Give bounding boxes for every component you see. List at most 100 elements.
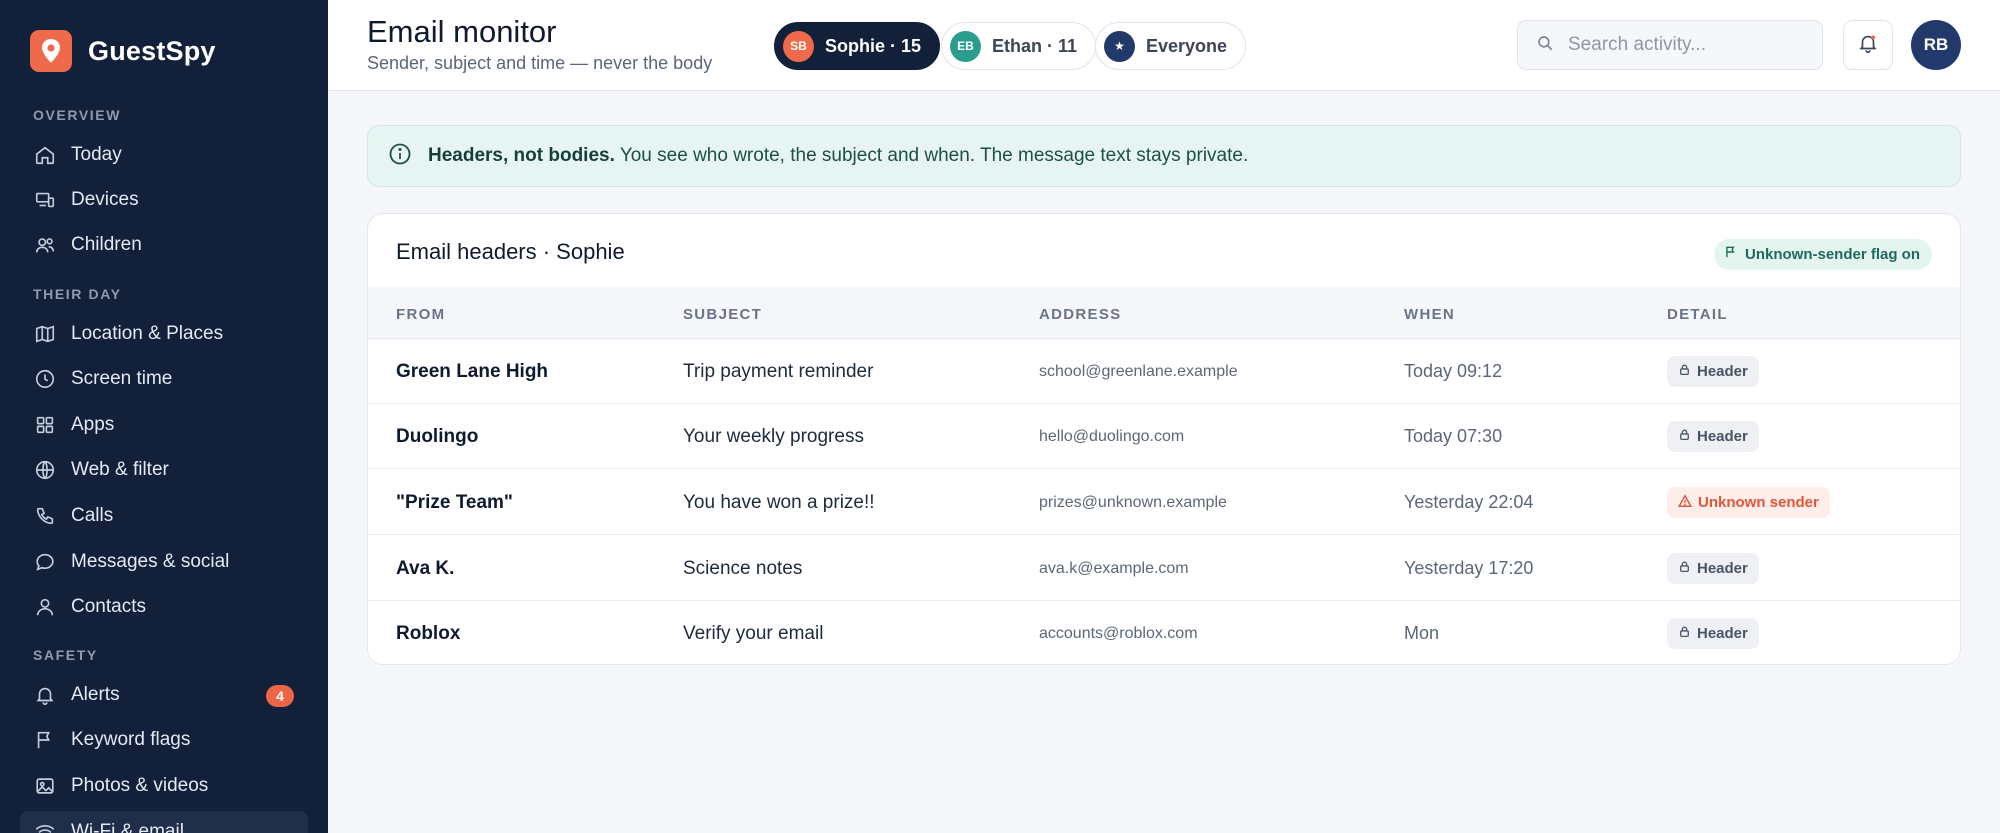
sidebar-item-label: Today	[71, 144, 122, 165]
row-subject: Verify your email	[683, 622, 824, 644]
table-row[interactable]: Duolingo Your weekly progress hello@duol…	[368, 404, 1960, 469]
sidebar-item-location[interactable]: Location & Places	[20, 313, 308, 355]
home-icon	[34, 144, 56, 166]
lock-icon	[1678, 560, 1691, 577]
column-header-address: ADDRESS	[1039, 306, 1122, 323]
search-icon	[1536, 34, 1554, 57]
column-header-when: WHEN	[1404, 306, 1456, 323]
sidebar-item-web-filter[interactable]: Web & filter	[20, 449, 308, 491]
row-from: Duolingo	[396, 425, 479, 447]
flag-icon	[34, 729, 56, 751]
sidebar-item-label: Devices	[71, 189, 139, 210]
brand[interactable]: GuestSpy	[30, 30, 216, 72]
row-detail: Header	[1667, 536, 1759, 601]
user-icon	[34, 596, 56, 618]
sidebar-item-keyword-flags[interactable]: Keyword flags	[20, 719, 308, 761]
sidebar-item-label: Alerts	[71, 684, 120, 705]
row-when: Yesterday 22:04	[1404, 492, 1534, 512]
banner-bold: Headers, not bodies.	[428, 145, 615, 166]
lock-icon	[1678, 428, 1691, 445]
sidebar-item-photos[interactable]: Photos & videos	[20, 765, 308, 807]
wifi-icon	[34, 821, 56, 833]
row-when: Yesterday 17:20	[1404, 558, 1534, 578]
avatar: EB	[950, 30, 981, 62]
column-header-detail: DETAIL	[1667, 306, 1728, 323]
sidebar-item-wifi-email[interactable]: Wi-Fi & email	[20, 811, 308, 833]
location-pin-icon	[30, 30, 72, 72]
profile-chip-everyone[interactable]: ★ Everyone	[1095, 22, 1247, 70]
row-subject: You have won a prize!!	[683, 491, 875, 513]
unknown-sender-tag: Unknown sender	[1667, 487, 1830, 518]
search-input[interactable]	[1568, 34, 1808, 56]
nav-section-safety: SAFETY	[33, 647, 98, 663]
devices-icon	[34, 189, 56, 211]
sidebar: GuestSpy OVERVIEW Today Devices Children…	[0, 0, 328, 833]
tag-label: Header	[1697, 428, 1748, 445]
nav-section-overview: OVERVIEW	[33, 107, 122, 123]
header-tag: Header	[1667, 421, 1759, 452]
avatar: SB	[783, 30, 814, 62]
row-from: Roblox	[396, 622, 461, 644]
sidebar-item-label: Wi-Fi & email	[71, 821, 184, 833]
sidebar-item-devices[interactable]: Devices	[20, 179, 308, 221]
sidebar-item-label: Calls	[71, 505, 114, 526]
table-row[interactable]: Green Lane High Trip payment reminder sc…	[368, 339, 1960, 404]
bell-icon	[1857, 32, 1879, 59]
user-avatar[interactable]: RB	[1911, 20, 1961, 70]
sidebar-item-apps[interactable]: Apps	[20, 404, 308, 446]
header-tag: Header	[1667, 618, 1759, 649]
sidebar-item-alerts[interactable]: Alerts 4	[20, 674, 308, 716]
row-subject: Trip payment reminder	[683, 360, 874, 382]
flag-icon	[1724, 245, 1738, 264]
table-row[interactable]: Roblox Verify your email accounts@roblox…	[368, 601, 1960, 664]
sidebar-item-label: Children	[71, 234, 142, 255]
row-from: Ava K.	[396, 557, 455, 579]
email-headers-card: Email headers · Sophie Unknown-sender fl…	[367, 213, 1961, 665]
sidebar-item-today[interactable]: Today	[20, 134, 308, 176]
row-address: accounts@roblox.com	[1039, 624, 1198, 642]
table-header: FROM SUBJECT ADDRESS WHEN DETAIL	[368, 287, 1960, 339]
profile-chip-sophie[interactable]: SB Sophie · 15	[774, 22, 941, 70]
page-subtitle: Sender, subject and time — never the bod…	[367, 53, 713, 73]
search-box[interactable]	[1517, 20, 1823, 70]
row-address: ava.k@example.com	[1039, 559, 1189, 577]
notifications-button[interactable]	[1843, 20, 1893, 70]
nav-section-their-day: THEIR DAY	[33, 286, 122, 302]
sidebar-item-label: Messages & social	[71, 551, 230, 572]
sidebar-item-screen-time[interactable]: Screen time	[20, 358, 308, 400]
users-icon	[34, 234, 56, 256]
sidebar-item-contacts[interactable]: Contacts	[20, 586, 308, 628]
star-icon: ★	[1104, 30, 1135, 62]
app-name: GuestSpy	[88, 35, 216, 66]
flag-pill-label: Unknown-sender flag on	[1744, 246, 1920, 263]
profile-chip-label: Sophie · 15	[825, 35, 922, 56]
tag-label: Header	[1697, 363, 1748, 380]
sidebar-item-label: Photos & videos	[71, 775, 209, 796]
table-row[interactable]: "Prize Team" You have won a prize!! priz…	[368, 470, 1960, 535]
tag-label: Unknown sender	[1698, 494, 1819, 511]
sidebar-item-children[interactable]: Children	[20, 224, 308, 266]
lock-icon	[1678, 363, 1691, 380]
sidebar-item-label: Screen time	[71, 368, 173, 389]
table-row[interactable]: Ava K. Science notes ava.k@example.com Y…	[368, 536, 1960, 601]
tag-label: Header	[1697, 560, 1748, 577]
row-detail: Header	[1667, 404, 1759, 469]
phone-icon	[34, 505, 56, 527]
sidebar-item-label: Contacts	[71, 596, 146, 617]
column-header-subject: SUBJECT	[683, 306, 763, 323]
sidebar-item-calls[interactable]: Calls	[20, 495, 308, 537]
clock-icon	[34, 368, 56, 390]
sidebar-item-label: Location & Places	[71, 323, 224, 344]
header-tag: Header	[1667, 356, 1759, 387]
row-detail: Header	[1667, 339, 1759, 404]
image-icon	[34, 775, 56, 797]
banner-text: Headers, not bodies. You see who wrote, …	[428, 145, 1248, 167]
row-address: hello@duolingo.com	[1039, 427, 1185, 445]
unknown-sender-flag-badge[interactable]: Unknown-sender flag on	[1713, 239, 1932, 270]
lock-icon	[1678, 625, 1691, 642]
row-address: prizes@unknown.example	[1039, 493, 1227, 511]
top-header: Email monitor Sender, subject and time —…	[328, 0, 2000, 91]
sidebar-item-messages[interactable]: Messages & social	[20, 541, 308, 583]
header-tag: Header	[1667, 553, 1759, 584]
profile-chip-ethan[interactable]: EB Ethan · 11	[941, 22, 1097, 70]
